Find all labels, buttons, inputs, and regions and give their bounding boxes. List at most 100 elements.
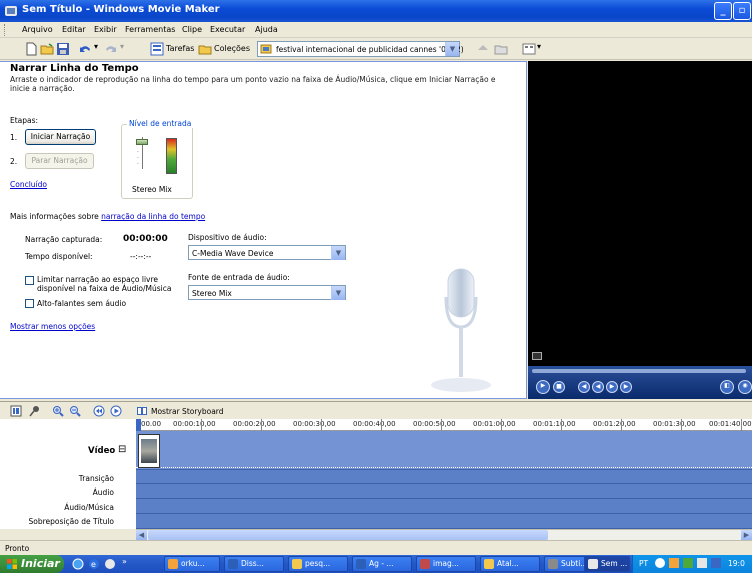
chevron-down-icon[interactable]: ▼ — [445, 42, 459, 56]
tray-antivirus-icon[interactable] — [711, 558, 721, 568]
new-project-icon[interactable] — [24, 42, 38, 56]
fewer-options-link[interactable]: Mostrar menos opções — [10, 322, 95, 331]
save-project-icon[interactable] — [56, 42, 70, 56]
taskbar-button-atal[interactable]: Atal... — [480, 556, 540, 572]
narrate-timeline-icon[interactable] — [28, 405, 40, 417]
limit-narration-label-line1: Limitar narração ao espaço livre — [37, 275, 159, 284]
chevron-down-icon[interactable]: ▼ — [331, 286, 345, 300]
timeline-options-icon[interactable] — [10, 405, 22, 417]
menu-ferramentas[interactable]: Ferramentas — [125, 25, 175, 34]
more-info-link[interactable]: narração da linha do tempo — [101, 212, 205, 221]
done-link[interactable]: Concluído — [10, 180, 47, 189]
tray-app-icon[interactable] — [669, 558, 679, 568]
open-project-icon[interactable] — [40, 42, 54, 56]
collections-icon[interactable] — [198, 42, 212, 56]
next-frame-icon[interactable]: ▶ — [620, 381, 632, 393]
zoom-out-icon[interactable] — [69, 405, 81, 417]
stop-narration-button[interactable]: Parar Narração — [25, 153, 94, 169]
rewind-timeline-icon[interactable] — [93, 405, 105, 417]
language-indicator[interactable]: PT — [639, 559, 648, 568]
quicklaunch-browser-icon[interactable] — [72, 558, 84, 570]
stop-icon[interactable]: ■ — [553, 381, 565, 393]
quicklaunch-more-icon[interactable]: » — [122, 557, 127, 566]
quicklaunch-media-icon[interactable] — [104, 558, 116, 570]
tasks-icon[interactable] — [150, 42, 164, 56]
quicklaunch-ie-icon[interactable]: e — [88, 558, 100, 570]
menu-editar[interactable]: Editar — [62, 25, 86, 34]
storyboard-icon[interactable] — [136, 405, 148, 417]
start-button[interactable]: Iniciar — [0, 555, 64, 573]
level-slider-thumb[interactable] — [136, 139, 148, 145]
collection-up-icon[interactable] — [476, 42, 490, 56]
previous-frame-icon[interactable]: ◀ — [578, 381, 590, 393]
taskbar-label: Sem ... — [601, 559, 628, 568]
ruler-line — [681, 419, 682, 431]
word-icon — [228, 559, 238, 569]
undo-icon[interactable] — [78, 42, 92, 56]
taskbar-label: imag... — [433, 559, 459, 568]
zoom-in-icon[interactable] — [52, 405, 64, 417]
timeline-scrollbar[interactable]: ◀ ▶ — [136, 529, 752, 540]
split-clip-icon[interactable]: ◧ — [720, 380, 734, 394]
view-options-icon[interactable] — [522, 42, 536, 56]
menu-clipe[interactable]: Clipe — [182, 25, 202, 34]
undo-dropdown-icon[interactable]: ▾ — [94, 42, 98, 51]
pane-instructions: Arraste o indicador de reprodução na lin… — [10, 75, 496, 93]
scroll-right-icon[interactable]: ▶ — [741, 530, 752, 540]
menu-arquivo[interactable]: Arquivo — [22, 25, 53, 34]
seek-bar[interactable] — [532, 369, 746, 373]
ruler-tick: 00:00:30,00 — [293, 420, 336, 428]
redo-dropdown-icon[interactable]: ▾ — [120, 42, 124, 51]
collections-button[interactable]: Coleções — [214, 44, 250, 53]
audio-track[interactable] — [136, 484, 752, 499]
menu-grip — [4, 24, 7, 36]
title-bar: Sem Título - Windows Movie Maker _ ▫ — [0, 0, 752, 22]
menu-executar[interactable]: Executar — [210, 25, 245, 34]
ruler-line — [741, 419, 742, 431]
rewind-icon[interactable]: ◀ — [592, 381, 604, 393]
taskbar-button-imag[interactable]: imag... — [416, 556, 476, 572]
tray-volume-icon[interactable] — [697, 558, 707, 568]
tasks-button[interactable]: Tarefas — [166, 44, 194, 53]
audio-music-track[interactable] — [136, 499, 752, 514]
transition-track[interactable] — [136, 470, 752, 484]
play-timeline-icon[interactable] — [110, 405, 122, 417]
more-info-text: Mais informações sobre narração da linha… — [10, 212, 205, 221]
new-collection-icon[interactable] — [494, 42, 508, 56]
minimize-button[interactable]: _ — [714, 2, 732, 20]
taskbar-button-pesq[interactable]: pesq... — [288, 556, 348, 572]
redo-icon[interactable] — [104, 42, 118, 56]
maximize-button[interactable]: ▫ — [733, 2, 751, 20]
audio-device-select[interactable]: C-Media Wave Device ▼ — [188, 245, 346, 260]
ruler-line — [501, 419, 502, 431]
start-narration-button[interactable]: Iniciar Narração — [25, 129, 96, 145]
mute-speakers-checkbox[interactable] — [25, 299, 34, 308]
forward-icon[interactable]: ▶ — [606, 381, 618, 393]
scroll-left-icon[interactable]: ◀ — [136, 530, 147, 540]
taskbar-label: pesq... — [305, 559, 331, 568]
chevron-down-icon[interactable]: ▼ — [331, 246, 345, 260]
play-icon[interactable]: ▶ — [536, 380, 550, 394]
tray-network-icon[interactable] — [683, 558, 693, 568]
view-dropdown-icon[interactable]: ▾ — [537, 42, 541, 51]
taskbar-button-sem[interactable]: Sem ... — [584, 556, 630, 572]
tray-expand-icon[interactable] — [655, 558, 665, 568]
scroll-thumb[interactable] — [148, 530, 548, 540]
taskbar-button-ag[interactable]: Ag - ... — [352, 556, 412, 572]
video-track[interactable] — [136, 431, 752, 470]
snapshot-icon[interactable]: ◉ — [738, 380, 752, 394]
limit-narration-checkbox[interactable] — [25, 276, 34, 285]
taskbar-button-orkut[interactable]: orku... — [164, 556, 220, 572]
audio-input-select[interactable]: Stereo Mix ▼ — [188, 285, 346, 300]
collection-dropdown[interactable]: festival internacional de publicidad can… — [257, 41, 464, 57]
show-storyboard-button[interactable]: Mostrar Storyboard — [151, 407, 224, 416]
status-text: Pronto — [5, 544, 30, 553]
video-clip[interactable] — [138, 434, 160, 468]
menu-exibir[interactable]: Exibir — [94, 25, 117, 34]
taskbar-button-diss[interactable]: Diss... — [224, 556, 284, 572]
video-clip-thumbnail — [141, 439, 157, 463]
microphone-icon — [431, 268, 491, 392]
menu-ajuda[interactable]: Ajuda — [255, 25, 278, 34]
expand-video-icon[interactable]: ⊟ — [118, 444, 126, 455]
title-overlay-track[interactable] — [136, 514, 752, 529]
